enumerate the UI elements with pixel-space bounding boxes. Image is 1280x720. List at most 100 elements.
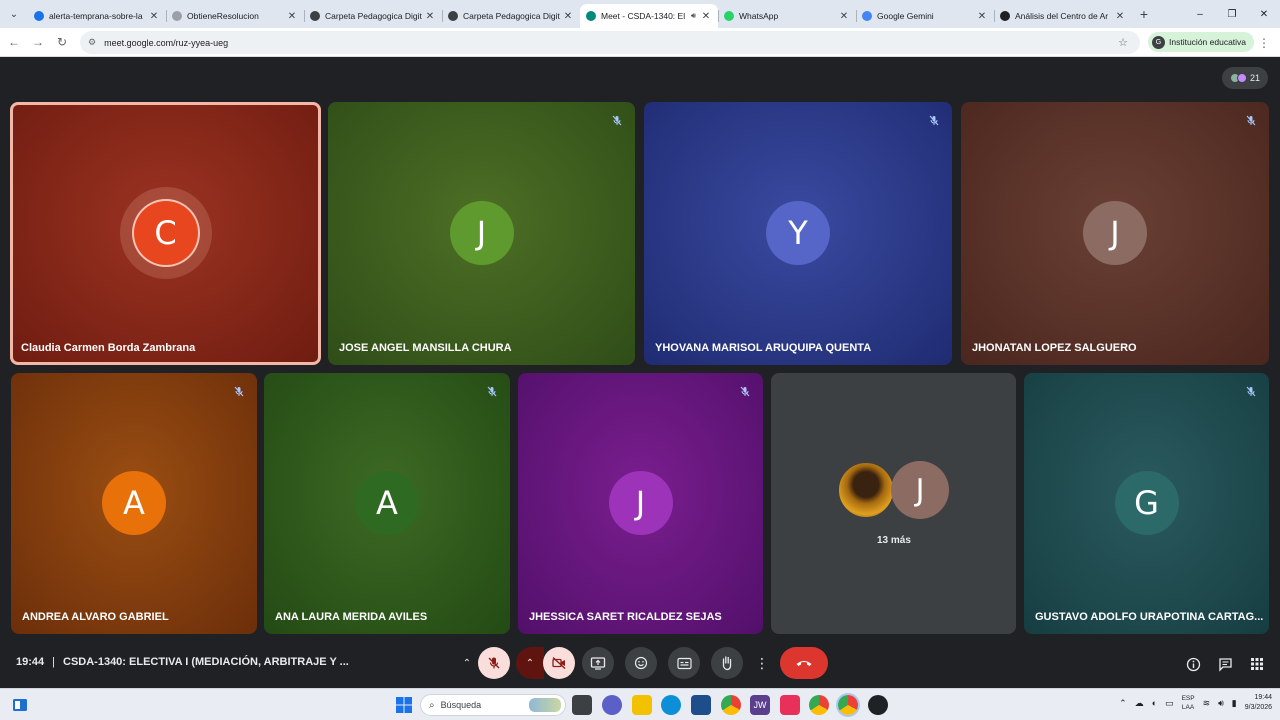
taskbar-clock[interactable]: 19:44 9/3/2026 [1245,693,1272,713]
participant-tile[interactable]: Y YHOVANA MARISOL ARUQUIPA QUENTA [644,102,952,365]
tab-search-chevron-icon[interactable]: ⌄ [0,0,28,28]
teams-chat-icon[interactable] [602,695,622,715]
tab-list: alerta-temprana-sobre-la ✕ ObtieneResoluci… [28,0,1132,28]
browser-tab[interactable]: Meet - CSDA-1340: El 🔊︎ ✕ [580,4,718,28]
tray-misc-icon[interactable]: ▭ [1165,698,1174,709]
start-menu-icon[interactable] [394,695,414,715]
address-bar[interactable]: ⚙ meet.google.com/ruz-yyea-ueg ☆ [80,31,1140,54]
participant-tile[interactable]: A ANA LAURA MERIDA AVILES [264,373,510,634]
search-placeholder: Búsqueda [440,700,482,710]
participant-tile[interactable]: A ANDREA ALVARO GABRIEL [11,373,257,634]
camera-toggle-button[interactable] [543,647,575,679]
file-explorer-icon[interactable] [632,695,652,715]
tab-close-icon[interactable]: ✕ [424,11,436,22]
participant-tile[interactable]: J JOSE ANGEL MANSILLA CHURA [328,102,635,365]
volume-icon[interactable]: 🔊︎ [1218,698,1224,709]
tab-favicon-icon [724,11,734,21]
participant-avatar: Y [766,200,830,265]
keyboard-layout: LAA [1181,704,1195,711]
tab-title: Meet - CSDA-1340: El [601,11,686,21]
tray-chevron-icon[interactable]: ⌃ [1119,698,1127,709]
profile-label: Institución educativa [1169,37,1247,47]
tab-title: Carpeta Pedagogica Digit [325,11,422,21]
participant-avatar: A [355,470,419,535]
browser-tab[interactable]: alerta-temprana-sobre-la ✕ [28,4,166,28]
browser-tab[interactable]: ObtieneResolucion ✕ [166,4,304,28]
task-view-icon[interactable] [572,695,592,715]
chrome-profile-icon[interactable] [809,695,829,715]
back-arrow-icon[interactable]: ← [2,35,26,49]
close-window-button[interactable]: ✕ [1248,0,1280,28]
captions-button[interactable] [668,647,700,679]
chrome-icon[interactable] [721,695,741,715]
tab-close-icon[interactable]: ✕ [700,11,712,22]
taskbar-search-box[interactable]: ⌕ Búsqueda [420,694,566,716]
video-options-button[interactable]: ⌃ [516,647,544,679]
system-tray: ⌃ ☁ ◐ ▭ ESP LAA ≋ 🔊︎ ▮ 19:44 9/3/2026 [1119,693,1272,713]
more-participants-tile[interactable]: J 13 más [771,373,1016,634]
minimize-button[interactable]: – [1184,0,1216,28]
battery-icon[interactable]: ▮ [1232,698,1237,709]
participant-avatar: C [133,200,198,265]
tab-close-icon[interactable]: ✕ [286,11,298,22]
chat-button[interactable] [1216,655,1234,673]
present-screen-icon [590,657,606,670]
browser-tab[interactable]: Google Gemini ✕ [856,4,994,28]
app-grid-icon[interactable] [780,695,800,715]
browser-menu-icon[interactable]: ⋮ [1258,36,1270,50]
tab-close-icon[interactable]: ✕ [1114,11,1126,22]
tab-close-icon[interactable]: ✕ [148,11,160,22]
meeting-info: 19:44 | CSDA-1340: ELECTIVA I (MEDIACIÓN, … [16,656,349,668]
participant-name: YHOVANA MARISOL ARUQUIPA QUENTA [655,342,872,354]
tab-favicon-icon [448,11,458,21]
tab-audio-icon[interactable]: 🔊︎ [691,11,696,21]
network-status-icon[interactable]: ☁ [1135,698,1144,709]
browser-tab[interactable]: Análisis del Centro de Ar ✕ [994,4,1132,28]
search-highlight-image [529,698,561,712]
tray-app-icon[interactable]: ◐ [1152,698,1157,708]
new-tab-button[interactable]: + [1132,6,1156,22]
forward-arrow-icon[interactable]: → [26,35,50,49]
store-icon[interactable] [691,695,711,715]
meeting-details-button[interactable] [1184,655,1202,673]
browser-tab[interactable]: WhatsApp ✕ [718,4,856,28]
mic-muted-icon [229,381,249,401]
tab-close-icon[interactable]: ✕ [976,11,988,22]
bookmark-star-icon[interactable]: ☆ [1118,36,1128,49]
activities-button[interactable] [1248,655,1266,673]
browser-tab[interactable]: Carpeta Pedagogica Digit ✕ [304,4,442,28]
tab-close-icon[interactable]: ✕ [562,11,574,22]
participant-tile[interactable]: C Claudia Carmen Borda Zambrana [10,102,321,365]
browser-tab[interactable]: Carpeta Pedagogica Digit ✕ [442,4,580,28]
participants-indicator[interactable]: 21 [1221,67,1268,89]
mic-muted-icon [1241,381,1261,401]
chrome-active-icon[interactable] [838,695,858,715]
restore-button[interactable]: ❐ [1216,0,1248,28]
participant-tile[interactable]: J JHESSICA SARET RICALDEZ SEJAS [518,373,763,634]
more-participants-avatars: J [837,461,949,519]
site-info-icon[interactable]: ⚙ [88,37,96,48]
participant-tile[interactable]: J JHONATAN LOPEZ SALGUERO [961,102,1269,365]
raise-hand-button[interactable] [711,647,743,679]
more-options-button[interactable]: ⋮ [752,647,772,679]
participant-tile[interactable]: G GUSTAVO ADOLFO URAPOTINA CARTAG... [1024,373,1269,634]
wifi-icon[interactable]: ≋ [1203,698,1211,709]
obs-icon[interactable] [868,695,888,715]
profile-chip[interactable]: G Institución educativa [1148,32,1255,52]
search-icon: ⌕ [429,699,435,711]
tab-close-icon[interactable]: ✕ [838,11,850,22]
present-screen-button[interactable] [582,647,614,679]
desktop-widget-icon[interactable] [10,695,30,715]
reload-icon[interactable]: ↻ [50,35,74,49]
reactions-button[interactable] [625,647,657,679]
jw-app-icon[interactable]: JW [750,695,770,715]
leave-call-button[interactable] [780,647,828,679]
edge-browser-icon[interactable] [661,695,681,715]
language-indicator[interactable]: ESP LAA [1182,694,1195,712]
microphone-toggle-button[interactable] [478,647,510,679]
audio-options-button[interactable]: ⌃ [456,647,478,679]
meet-side-controls [1184,655,1266,673]
participant-name: JHONATAN LOPEZ SALGUERO [972,342,1137,354]
windows-taskbar: ⌕ Búsqueda JW ⌃ ☁ ◐ ▭ ESP LAA ≋ 🔊︎ ▮ 19:… [0,688,1280,720]
apps-grid-icon [1251,658,1263,670]
